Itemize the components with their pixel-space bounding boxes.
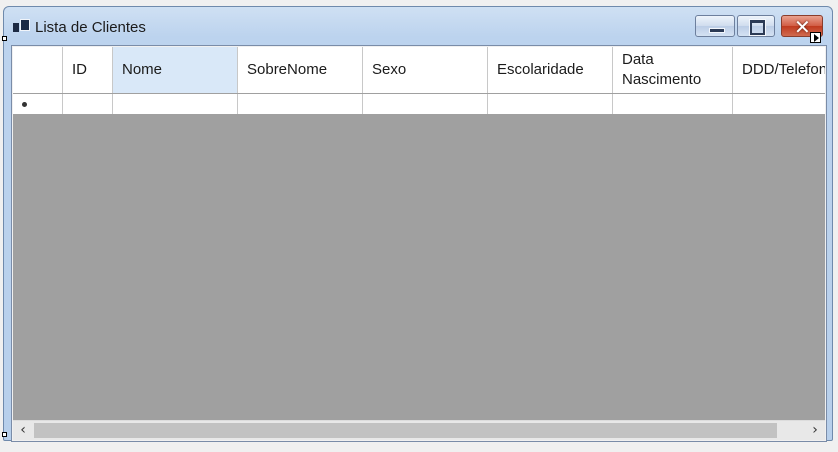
scroll-right-icon[interactable]: ›: [805, 421, 825, 440]
cell-data-nascimento[interactable]: [613, 94, 733, 114]
new-row-asterisk-icon: [22, 102, 27, 107]
column-header-ddd-telefone[interactable]: DDD/Telefone: [733, 47, 825, 93]
cell-ddd-telefone[interactable]: [733, 94, 825, 114]
data-grid[interactable]: ID Nome SobreNome Sexo Escolaridade Data…: [13, 47, 825, 420]
grid-header-row: ID Nome SobreNome Sexo Escolaridade Data…: [13, 47, 825, 94]
maximize-icon: [749, 19, 766, 36]
row-header-cell[interactable]: [13, 94, 63, 114]
form-window[interactable]: Lista de Clientes ✕ ID Nome SobreNome Se…: [3, 6, 833, 442]
horizontal-scrollbar[interactable]: ‹ ›: [13, 420, 825, 440]
grid-new-row[interactable]: [13, 94, 825, 115]
cell-escolaridade[interactable]: [488, 94, 613, 114]
minimize-button[interactable]: [695, 15, 735, 37]
resize-handle-top-left[interactable]: [2, 36, 7, 41]
column-header-escolaridade[interactable]: Escolaridade: [488, 47, 613, 93]
column-header-id[interactable]: ID: [63, 47, 113, 93]
cell-sexo[interactable]: [363, 94, 488, 114]
smart-tag-arrow-icon[interactable]: [810, 32, 821, 43]
maximize-button[interactable]: [737, 15, 775, 37]
window-title: Lista de Clientes: [35, 19, 146, 36]
scrollbar-thumb[interactable]: [34, 423, 777, 438]
title-bar[interactable]: Lista de Clientes ✕: [4, 7, 832, 43]
minimize-icon: [709, 28, 725, 33]
client-area: ID Nome SobreNome Sexo Escolaridade Data…: [11, 45, 827, 442]
cell-id[interactable]: [63, 94, 113, 114]
row-header-corner[interactable]: [13, 47, 63, 93]
column-header-sobrenome[interactable]: SobreNome: [238, 47, 363, 93]
column-header-nome[interactable]: Nome: [113, 47, 238, 93]
app-icon: [13, 18, 30, 32]
resize-handle-bottom-left[interactable]: [2, 432, 7, 437]
column-header-sexo[interactable]: Sexo: [363, 47, 488, 93]
cell-nome[interactable]: [113, 94, 238, 114]
scroll-left-icon[interactable]: ‹: [13, 421, 33, 440]
cell-sobrenome[interactable]: [238, 94, 363, 114]
form-designer-surface: Lista de Clientes ✕ ID Nome SobreNome Se…: [0, 0, 838, 452]
column-header-data-nascimento[interactable]: Data Nascimento: [613, 47, 733, 93]
close-icon: ✕: [794, 15, 811, 39]
